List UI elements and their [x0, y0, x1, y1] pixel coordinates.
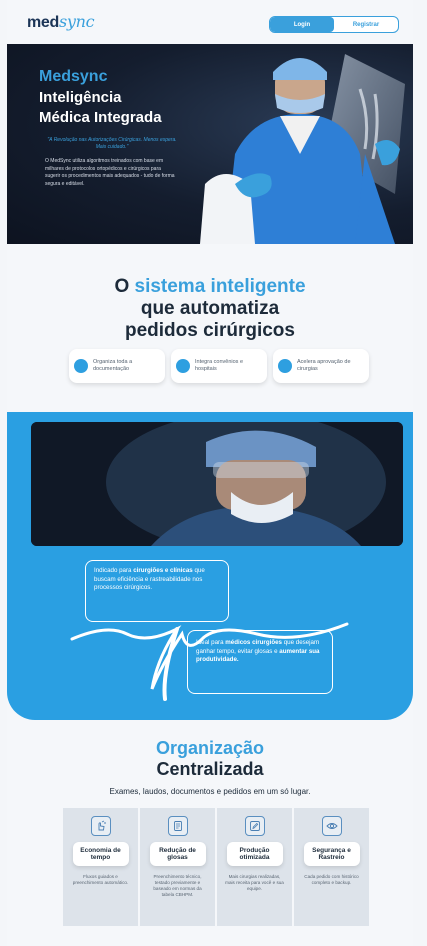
hero-headline: Inteligência Médica Integrada — [39, 88, 189, 128]
organization-title-highlight: Organização — [155, 738, 265, 758]
hero-headline-line1: Inteligência — [39, 89, 122, 106]
surgeon-image — [31, 422, 403, 546]
chip-label: Integra convênios e hospitais — [195, 359, 244, 372]
benefit-chips: Organiza toda a documentação Integra con… — [69, 349, 369, 383]
login-button[interactable]: Login — [270, 17, 334, 32]
hero-headline-line2: Médica Integrada — [39, 109, 162, 126]
chip-label: Organiza toda a documentação — [93, 359, 133, 372]
chip-accelerate: Acelera aprovação de cirurgias — [273, 349, 369, 383]
touch-icon — [90, 816, 111, 836]
intro-title-line3: pedidos cirúrgicos — [125, 320, 295, 341]
intro-title-line2: que automatiza — [140, 298, 280, 319]
logo-suffix: sync — [59, 12, 95, 31]
auth-toggle: Login Registrar — [269, 16, 399, 33]
feature-title: Segurança e Rastreio — [303, 842, 360, 866]
card2-pre: Ideal para — [196, 639, 226, 646]
chip-label: Acelera aprovação de cirurgias — [297, 359, 351, 372]
hero-description: O MedSync utiliza algoritmos treinados c… — [45, 158, 175, 187]
intro-title-highlight: sistema inteligente — [134, 276, 306, 297]
hero-brand: Medsync — [39, 68, 108, 85]
feature-card: Segurança e Rastreio Cada pedido com his… — [294, 808, 369, 926]
feature-card: Produção otimizada Mais cirurgias realiz… — [217, 808, 292, 926]
hero-banner: Medsync Inteligência Médica Integrada "A… — [7, 44, 413, 244]
audience-card-clinics: Indicado para cirurgiões e clínicas que … — [85, 560, 229, 622]
chip-integrate: Integra convênios e hospitais — [171, 349, 267, 383]
edit-icon — [244, 816, 265, 836]
landing-page: medsync Login Registrar Medsync Inteligê… — [7, 0, 413, 946]
feature-desc: Fluxos guiados e preenchimento automátic… — [72, 874, 129, 885]
circle-icon — [74, 359, 88, 373]
hero-quote: "A Revolução nas Autorizações Cirúrgicas… — [47, 137, 177, 150]
feature-card: Economia de tempo Fluxos guiados e preen… — [63, 808, 138, 926]
feature-title: Produção otimizada — [226, 842, 283, 866]
header: medsync Login Registrar — [7, 0, 413, 44]
feature-grid: Economia de tempo Fluxos guiados e preen… — [63, 808, 369, 926]
organization-subtitle: Exames, laudos, documentos e pedidos em … — [109, 787, 311, 796]
logo[interactable]: medsync — [27, 12, 95, 32]
circle-icon — [278, 359, 292, 373]
audience-card-surgeons: Ideal para médicos cirurgiões que deseja… — [187, 630, 333, 694]
feature-desc: Preenchimento técnico, testado previamen… — [153, 874, 202, 897]
intro-title-prefix: O — [114, 276, 135, 297]
feature-title: Economia de tempo — [72, 842, 129, 866]
card2-bold1: médicos cirurgiões — [225, 639, 282, 646]
logo-prefix: med — [27, 14, 59, 31]
card1-bold: cirurgiões e clínicas — [133, 567, 193, 574]
intro-title: O sistema inteligente que automatiza ped… — [7, 276, 413, 342]
feature-desc: Mais cirurgias realizadas, mais receita … — [225, 874, 284, 891]
audience-section: Indicado para cirurgiões e clínicas que … — [7, 412, 413, 720]
feature-desc: Cada pedido com histórico completo e bac… — [304, 874, 359, 885]
doctor-xray-image — [200, 54, 405, 244]
intro-title-line1: O sistema inteligente — [7, 276, 413, 298]
eye-icon — [321, 816, 342, 836]
document-icon — [167, 816, 188, 836]
register-button[interactable]: Registrar — [334, 17, 398, 32]
chip-organize: Organiza toda a documentação — [69, 349, 165, 383]
organization-title-line2: Centralizada — [156, 759, 264, 779]
organization-title: Organização Centralizada — [7, 738, 413, 780]
card1-pre: Indicado para — [94, 567, 134, 574]
feature-card: Redução de glosas Preenchimento técnico,… — [140, 808, 215, 926]
feature-title: Redução de glosas — [149, 842, 206, 866]
circle-icon — [176, 359, 190, 373]
